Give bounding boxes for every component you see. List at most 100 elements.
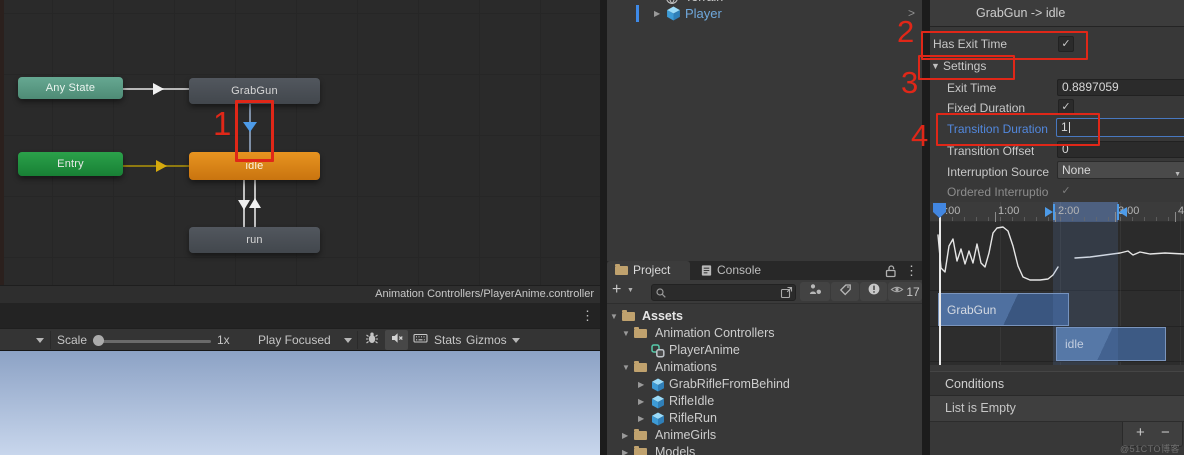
- create-asset-caret-icon[interactable]: ▼: [627, 287, 634, 294]
- tree-item-assets[interactable]: ▼ Assets: [607, 308, 922, 325]
- folder-open-icon: [634, 327, 647, 338]
- tree-item-animation-controllers[interactable]: ▼ Animation Controllers: [607, 325, 922, 342]
- frame-debugger-button[interactable]: [360, 330, 383, 350]
- tab-project[interactable]: Project: [607, 261, 690, 280]
- exit-time-field[interactable]: 0.8897059: [1057, 79, 1184, 96]
- search-icon: [655, 286, 667, 304]
- second-tick: [1115, 212, 1116, 222]
- panel-divider[interactable]: [600, 0, 607, 455]
- annotation-box-1: [235, 100, 274, 162]
- state-entry[interactable]: Entry: [18, 152, 123, 176]
- conditions-empty-label: List is Empty: [945, 401, 1016, 415]
- scale-slider-handle[interactable]: [93, 335, 104, 346]
- foldout-icon[interactable]: ▶: [622, 448, 628, 455]
- annotation-number-4: 4: [911, 118, 929, 153]
- tree-label: GrabRifleFromBehind: [669, 377, 790, 391]
- panel-menu-icon[interactable]: ⋮: [905, 264, 918, 278]
- timeline-ruler[interactable]: 0:00 1:00 2:00 3:00 4:0: [930, 202, 1184, 222]
- gizmos-dropdown[interactable]: Gizmos: [466, 333, 507, 347]
- foldout-icon[interactable]: ▼: [610, 312, 618, 321]
- foldout-icon[interactable]: ▶: [622, 431, 628, 440]
- tick-label: 2:00: [1058, 205, 1080, 217]
- tab-console[interactable]: Console: [691, 261, 787, 280]
- tree-item-models[interactable]: ▶ Models: [607, 444, 922, 455]
- tree-label: PlayerAnime: [669, 343, 740, 357]
- annotation-box-3: [918, 55, 1015, 80]
- search-input[interactable]: [668, 285, 777, 300]
- second-tick: [1055, 212, 1056, 222]
- foldout-icon[interactable]: ▶: [638, 414, 644, 423]
- open-in-window-icon[interactable]: [780, 286, 793, 304]
- tree-item-grabriflefrombehind[interactable]: ▶ GrabRifleFromBehind: [607, 376, 922, 393]
- tree-item-rifleidle[interactable]: ▶ RifleIdle: [607, 393, 922, 410]
- state-run[interactable]: run: [189, 227, 320, 253]
- scale-value: 1x: [217, 333, 230, 347]
- arrowhead-right-yellow-icon: [156, 160, 167, 172]
- transition-start-line[interactable]: [1053, 204, 1055, 220]
- interruption-source-label: Interruption Source: [947, 165, 1050, 179]
- search-box: [651, 284, 796, 301]
- selection-indicator: [636, 5, 639, 22]
- project-toolbar: + ▼ 17: [607, 280, 922, 304]
- exit-time-label: Exit Time: [947, 81, 997, 95]
- dropdown-arrow-icon: ▼: [1174, 171, 1181, 178]
- interruption-source-value: None: [1062, 163, 1091, 177]
- tick-label: 1:00: [998, 205, 1020, 217]
- tree-item-playeranime[interactable]: PlayerAnime: [607, 342, 922, 359]
- folder-icon: [634, 429, 647, 440]
- tick-label: 4:0: [1178, 205, 1184, 217]
- separator: [357, 331, 358, 349]
- arrowhead-right-icon: [153, 83, 164, 95]
- transition-range-overlay[interactable]: [1053, 222, 1118, 365]
- interruption-source-dropdown[interactable]: None ▼: [1057, 161, 1184, 179]
- aspect-dropdown-icon[interactable]: [36, 338, 44, 343]
- stats-button[interactable]: Stats: [434, 333, 461, 347]
- foldout-icon[interactable]: ▶: [638, 397, 644, 406]
- watermark: @51CTO博客: [1120, 444, 1180, 454]
- prefab-cube-icon: [666, 6, 681, 26]
- folder-open-icon: [622, 310, 635, 321]
- breadcrumb[interactable]: Animation Controllers/PlayerAnime.contro…: [0, 285, 600, 303]
- keyboard-shortcuts-button[interactable]: [409, 330, 432, 350]
- state-any-state[interactable]: Any State: [18, 77, 123, 99]
- foldout-icon[interactable]: ▶: [638, 380, 644, 389]
- search-by-type-button[interactable]: [800, 282, 830, 301]
- tree-item-animegirls[interactable]: ▶ AnimeGirls: [607, 427, 922, 444]
- game-viewport[interactable]: [0, 351, 600, 455]
- transition-header: GrabGun -> idle: [930, 0, 1184, 27]
- project-tabbar: Project Console ⋮: [607, 261, 922, 280]
- transition-timeline[interactable]: 0:00 1:00 2:00 3:00 4:0: [930, 202, 1184, 365]
- transition-offset-label: Transition Offset: [947, 144, 1035, 158]
- timeline-bar-grabgun[interactable]: GrabGun: [938, 293, 1069, 326]
- remove-condition-button[interactable]: −: [1161, 423, 1170, 443]
- hidden-count-button[interactable]: 17: [888, 282, 922, 301]
- foldout-icon[interactable]: ▼: [622, 363, 630, 372]
- scale-slider-track[interactable]: [96, 340, 211, 343]
- create-asset-button[interactable]: +: [612, 281, 621, 299]
- mute-audio-icon: [390, 331, 404, 350]
- separator: [50, 331, 51, 349]
- search-by-label-button[interactable]: [831, 282, 859, 301]
- annotation-number-2: 2: [897, 14, 915, 49]
- play-focused-dropdown[interactable]: Play Focused: [258, 333, 331, 347]
- expand-arrow-icon[interactable]: ▶: [654, 9, 660, 18]
- transition-end-marker[interactable]: [1119, 207, 1127, 217]
- panel-menu-icon[interactable]: ⋮: [581, 309, 594, 323]
- conditions-header: Conditions: [930, 371, 1184, 396]
- keyboard-icon: [413, 331, 428, 350]
- foldout-icon[interactable]: ▼: [622, 329, 630, 338]
- play-focused-caret-icon[interactable]: [344, 338, 352, 343]
- log-filter-button[interactable]: [860, 282, 887, 301]
- tree-item-animations[interactable]: ▼ Animations: [607, 359, 922, 376]
- tree-item-riflerun[interactable]: ▶ RifleRun: [607, 410, 922, 427]
- annotation-number-3: 3: [901, 65, 919, 100]
- annotation-box-4: [936, 113, 1100, 146]
- eye-icon: [890, 283, 904, 301]
- add-condition-button[interactable]: +: [1136, 423, 1145, 443]
- animator-graph-panel[interactable]: Any State GrabGun Entry idle run: [0, 0, 600, 285]
- transition-start-marker[interactable]: [1045, 207, 1053, 217]
- gizmos-caret-icon[interactable]: [512, 338, 520, 343]
- hierarchy-item-player[interactable]: ▶ Player >: [607, 5, 922, 22]
- tree-label: Animations: [655, 360, 717, 374]
- mute-audio-button[interactable]: [385, 330, 408, 350]
